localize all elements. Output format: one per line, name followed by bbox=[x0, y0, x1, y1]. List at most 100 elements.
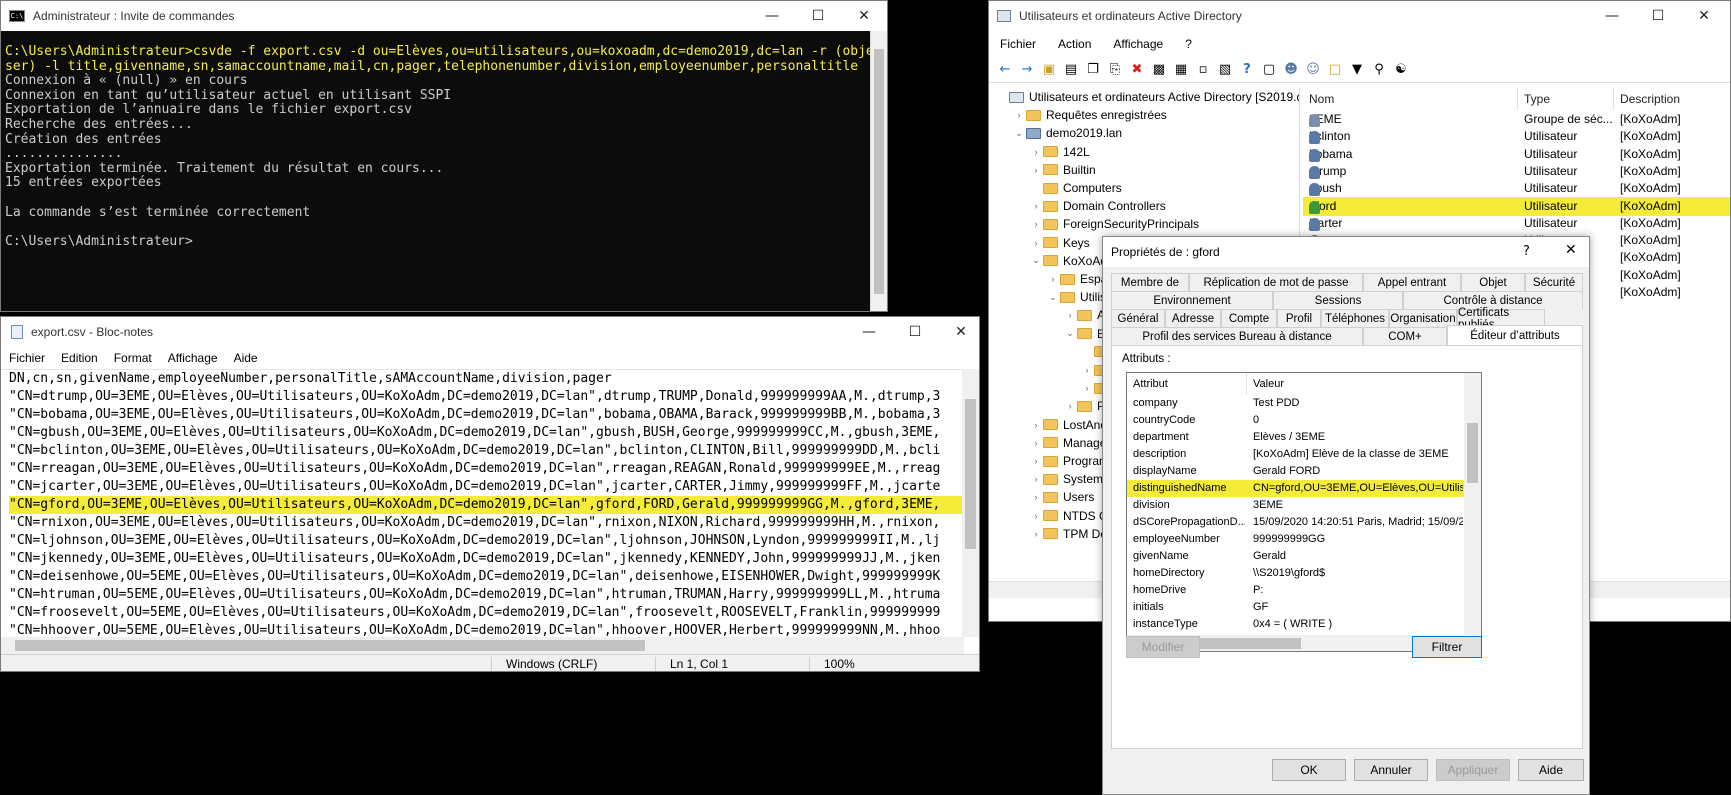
tree-node[interactable]: › Builtin bbox=[1029, 161, 1096, 179]
expand-icon[interactable]: › bbox=[1029, 529, 1043, 539]
expand-icon[interactable]: › bbox=[1029, 420, 1043, 430]
cmd-output[interactable]: C:\Users\Administrateur>csvde -f export.… bbox=[5, 44, 887, 306]
tab[interactable]: Environnement bbox=[1111, 291, 1273, 309]
properties-icon[interactable]: ▩ bbox=[1149, 60, 1169, 80]
menu-item[interactable]: ? bbox=[1174, 37, 1203, 51]
expand-icon[interactable]: › bbox=[1029, 219, 1043, 229]
notepad-titlebar[interactable]: export.csv - Bloc-notes — ☐ ✕ bbox=[1, 317, 979, 347]
text-line[interactable]: "CN=bobama,OU=3EME,OU=Elèves,OU=Utilisat… bbox=[9, 406, 964, 424]
menu-format[interactable]: Format bbox=[106, 351, 160, 365]
tree-node[interactable]: › Domain Controllers bbox=[1029, 197, 1166, 215]
text-line[interactable]: DN,cn,sn,givenName,employeeNumber,person… bbox=[9, 370, 964, 388]
table-row[interactable]: givenName Gerald bbox=[1127, 548, 1465, 565]
text-line[interactable]: "CN=jcarter,OU=3EME,OU=Elèves,OU=Utilisa… bbox=[9, 478, 964, 496]
minimize-icon[interactable]: — bbox=[846, 317, 892, 347]
table-row[interactable]: initials GF bbox=[1127, 599, 1465, 616]
text-line[interactable]: "CN=deisenhowe,OU=5EME,OU=Elèves,OU=Util… bbox=[9, 568, 964, 586]
tab[interactable]: Éditeur d’attributs bbox=[1447, 325, 1583, 345]
export-list-icon[interactable]: ▧ bbox=[1215, 60, 1235, 80]
table-row[interactable]: gbush Utilisateur [KoXoAdm] bbox=[1303, 179, 1730, 198]
console-icon[interactable]: ▢ bbox=[1259, 60, 1279, 80]
tab[interactable]: Sessions bbox=[1273, 291, 1403, 309]
new-group-icon[interactable]: ☺ bbox=[1303, 60, 1323, 80]
tree-node[interactable]: Utilisateurs et ordinateurs Active Direc… bbox=[995, 88, 1299, 106]
add-to-group-icon[interactable]: ☯ bbox=[1391, 60, 1411, 80]
paste-icon[interactable]: ⎘ bbox=[1105, 60, 1125, 80]
expand-icon[interactable]: › bbox=[1080, 383, 1094, 393]
text-line[interactable]: "CN=ljohnson,OU=3EME,OU=Elèves,OU=Utilis… bbox=[9, 532, 964, 550]
tab[interactable]: Profil des services Bureau à distance bbox=[1111, 327, 1363, 345]
up-folder-icon[interactable]: ▣ bbox=[1039, 60, 1059, 80]
menu-item[interactable]: Action bbox=[1047, 37, 1102, 51]
new-ou-icon[interactable]: □ bbox=[1325, 60, 1345, 80]
tab[interactable]: Général bbox=[1111, 309, 1165, 327]
table-row[interactable]: 3EME Groupe de séc... [KoXoAdm] bbox=[1303, 110, 1730, 129]
menu-affichage[interactable]: Affichage bbox=[160, 351, 226, 365]
table-row[interactable]: instanceType 0x4 = ( WRITE ) bbox=[1127, 616, 1465, 633]
menu-item[interactable]: Affichage bbox=[1102, 37, 1174, 51]
cancel-button[interactable]: Annuler bbox=[1354, 759, 1428, 781]
table-row[interactable]: description [KoXoAdm] Elève de la classe … bbox=[1127, 446, 1465, 463]
tree-node[interactable]: › 142L bbox=[1029, 143, 1090, 161]
tree-node[interactable]: › Keys bbox=[1029, 234, 1090, 252]
table-row[interactable]: bclinton Utilisateur [KoXoAdm] bbox=[1303, 127, 1730, 146]
tab[interactable]: Membre de bbox=[1111, 273, 1189, 291]
filter-icon[interactable]: ▼ bbox=[1347, 60, 1367, 80]
close-icon[interactable]: ✕ bbox=[1565, 242, 1577, 258]
attributes-grid[interactable]: Attribut Valeur company Test PDD countryCo… bbox=[1126, 372, 1482, 652]
notepad-hscrollbar[interactable] bbox=[1, 637, 964, 654]
text-line[interactable]: "CN=rnixon,OU=3EME,OU=Elèves,OU=Utilisat… bbox=[9, 514, 964, 532]
col-header-attribute[interactable]: Attribut bbox=[1127, 373, 1247, 395]
tree-node[interactable]: › System bbox=[1029, 470, 1104, 488]
text-line[interactable]: "CN=gford,OU=3EME,OU=Elèves,OU=Utilisate… bbox=[9, 496, 964, 514]
expand-icon[interactable]: › bbox=[1063, 310, 1077, 320]
table-row[interactable]: countryCode 0 bbox=[1127, 412, 1465, 429]
tab[interactable]: Appel entrant bbox=[1363, 273, 1461, 291]
expand-icon[interactable]: › bbox=[1029, 438, 1043, 448]
close-icon[interactable]: ✕ bbox=[1681, 1, 1727, 31]
expand-icon[interactable]: › bbox=[1029, 492, 1043, 502]
ok-button[interactable]: OK bbox=[1272, 759, 1346, 781]
expand-icon[interactable]: › bbox=[1080, 365, 1094, 375]
find-icon[interactable]: ⚲ bbox=[1369, 60, 1389, 80]
collapse-icon[interactable]: ⌄ bbox=[1012, 128, 1026, 139]
delete-icon[interactable]: ✖ bbox=[1127, 60, 1147, 80]
text-line[interactable]: "CN=bclinton,OU=3EME,OU=Elèves,OU=Utilis… bbox=[9, 442, 964, 460]
menu-aide[interactable]: Aide bbox=[226, 351, 266, 365]
notepad-vscrollbar[interactable] bbox=[962, 369, 979, 637]
back-icon[interactable]: ← bbox=[995, 60, 1015, 80]
text-line[interactable]: "CN=hhoover,OU=5EME,OU=Elèves,OU=Utilisa… bbox=[9, 622, 964, 637]
text-line[interactable]: "CN=jkennedy,OU=3EME,OU=Elèves,OU=Utilis… bbox=[9, 550, 964, 568]
new-user-icon[interactable]: ☻ bbox=[1281, 60, 1301, 80]
expand-icon[interactable]: › bbox=[1012, 110, 1026, 120]
cmd-titlebar[interactable]: C:\ Administrateur : Invite de commandes… bbox=[1, 1, 887, 31]
tree-node[interactable]: ⌄ demo2019.lan bbox=[1012, 124, 1122, 142]
help-icon[interactable]: ? bbox=[1237, 60, 1257, 80]
text-line[interactable]: "CN=dtrump,OU=3EME,OU=Elèves,OU=Utilisat… bbox=[9, 388, 964, 406]
text-line[interactable]: "CN=froosevelt,OU=5EME,OU=Elèves,OU=Util… bbox=[9, 604, 964, 622]
expand-icon[interactable]: › bbox=[1029, 238, 1043, 248]
collapse-icon[interactable]: ⌄ bbox=[1063, 328, 1077, 339]
menu-item[interactable]: Fichier bbox=[989, 37, 1047, 51]
table-row[interactable]: dSCorePropagationD... 15/09/2020 14:20:51… bbox=[1127, 514, 1465, 531]
col-header-name[interactable]: Nom bbox=[1303, 88, 1518, 110]
cmd-window[interactable]: C:\ Administrateur : Invite de commandes… bbox=[0, 0, 888, 312]
table-row[interactable]: division 3EME bbox=[1127, 497, 1465, 514]
tab[interactable]: Objet bbox=[1461, 273, 1525, 291]
expand-icon[interactable]: › bbox=[1029, 511, 1043, 521]
collapse-icon[interactable]: ⌄ bbox=[1046, 292, 1060, 303]
table-row[interactable]: employeeNumber 999999999GG bbox=[1127, 531, 1465, 548]
table-row[interactable]: displayName Gerald FORD bbox=[1127, 463, 1465, 480]
show-tree-icon[interactable]: ▤ bbox=[1061, 60, 1081, 80]
close-icon[interactable]: ✕ bbox=[841, 1, 887, 31]
table-row[interactable]: jcarter Utilisateur [KoXoAdm] bbox=[1303, 214, 1730, 233]
text-line[interactable]: "CN=rreagan,OU=3EME,OU=Elèves,OU=Utilisa… bbox=[9, 460, 964, 478]
expand-icon[interactable]: › bbox=[1029, 474, 1043, 484]
notepad-text-area[interactable]: DN,cn,sn,givenName,employeeNumber,person… bbox=[1, 369, 964, 637]
cmd-scrollbar[interactable] bbox=[870, 31, 887, 311]
refresh-icon[interactable]: ▦ bbox=[1171, 60, 1191, 80]
tree-node[interactable]: › Users bbox=[1029, 488, 1095, 506]
expand-icon[interactable]: › bbox=[1029, 147, 1043, 157]
forward-icon[interactable]: → bbox=[1017, 60, 1037, 80]
help-icon[interactable]: ? bbox=[1523, 244, 1530, 259]
